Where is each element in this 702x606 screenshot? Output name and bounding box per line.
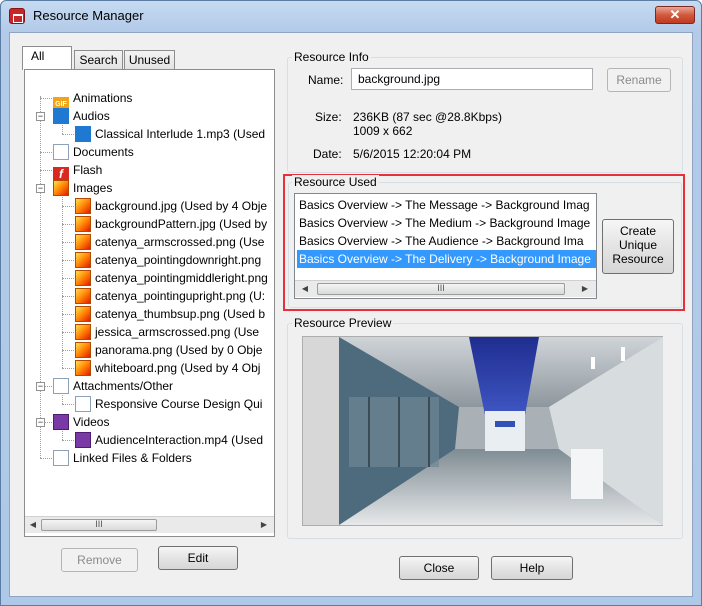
tree-node-image-file[interactable]: catenya_pointingdownright.png	[75, 251, 261, 269]
tree-node-image-file[interactable]: panorama.png (Used by 0 Obje	[75, 341, 262, 359]
image-icon	[75, 342, 91, 358]
tree-node-image-file[interactable]: catenya_pointingupright.png (U:	[75, 287, 265, 305]
scrollbar-thumb[interactable]: III	[317, 283, 565, 295]
create-unique-resource-line: Resource	[612, 252, 664, 266]
app-icon	[9, 8, 25, 24]
tree-node-image-file[interactable]: catenya_pointingmiddleright.png	[75, 269, 268, 287]
resource-info-title: Resource Info	[292, 50, 371, 64]
video-icon	[75, 432, 91, 448]
tree-node-animations[interactable]: GIF Animations	[53, 89, 132, 113]
tab-search[interactable]: Search	[74, 50, 123, 70]
tree-node-audio-file[interactable]: Classical Interlude 1.mp3 (Used	[75, 125, 265, 143]
tree-node-attachments[interactable]: Attachments/Other	[53, 377, 173, 395]
tree-node-flash[interactable]: f Flash	[53, 161, 102, 183]
help-button[interactable]: Help	[491, 556, 573, 580]
tree-node-image-file[interactable]: background.jpg (Used by 4 Obje	[75, 197, 268, 215]
window-title: Resource Manager	[33, 8, 144, 23]
speaker-icon	[75, 126, 91, 142]
speaker-icon	[53, 108, 69, 124]
tree-node-images[interactable]: Images	[53, 179, 112, 197]
resource-tree-panel: GIF Animations − Audios Classical Interlu…	[24, 69, 275, 537]
scroll-left-icon[interactable]: ◀	[299, 283, 311, 295]
resource-used-list[interactable]: Basics Overview -> The Message -> Backgr…	[294, 193, 597, 299]
document-icon	[53, 378, 69, 394]
tree-node-image-file[interactable]: catenya_thumbsup.png (Used b	[75, 305, 265, 323]
tree-node-image-file[interactable]: jessica_armscrossed.png (Use	[75, 323, 259, 341]
edit-button[interactable]: Edit	[158, 546, 238, 570]
name-field[interactable]: background.jpg	[351, 68, 593, 90]
date-label: Date:	[313, 147, 342, 161]
create-unique-resource-button[interactable]: Create Unique Resource	[602, 219, 674, 274]
preview-image	[339, 337, 663, 525]
list-item[interactable]: Basics Overview -> The Audience -> Backg…	[297, 232, 596, 250]
title-bar[interactable]: Resource Manager ✕	[1, 1, 701, 31]
name-label: Name:	[308, 73, 344, 87]
image-icon	[75, 216, 91, 232]
rename-button[interactable]: Rename	[607, 68, 671, 92]
preview-area	[302, 336, 663, 526]
scroll-right-icon[interactable]: ▶	[258, 519, 270, 531]
tab-all[interactable]: All	[22, 46, 72, 70]
remove-button[interactable]: Remove	[61, 548, 138, 572]
create-unique-resource-line: Unique	[618, 238, 658, 252]
tab-unused[interactable]: Unused	[124, 50, 175, 70]
tree-node-image-file[interactable]: whiteboard.png (Used by 4 Obj	[75, 359, 260, 377]
image-icon	[75, 306, 91, 322]
tree-node-video-file[interactable]: AudienceInteraction.mp4 (Used	[75, 431, 263, 449]
window-close-button[interactable]: ✕	[655, 6, 695, 24]
image-icon	[75, 270, 91, 286]
document-icon	[75, 396, 91, 412]
create-unique-resource-line: Create	[619, 224, 657, 238]
close-button[interactable]: Close	[399, 556, 479, 580]
tree-horizontal-scrollbar[interactable]: ◀ III ▶	[25, 516, 274, 533]
image-icon	[75, 288, 91, 304]
image-icon	[75, 360, 91, 376]
image-icon	[75, 252, 91, 268]
tree-node-image-file[interactable]: catenya_armscrossed.png (Use	[75, 233, 264, 251]
image-icon	[75, 234, 91, 250]
list-horizontal-scrollbar[interactable]: ◀ III ▶	[295, 280, 596, 297]
image-icon	[53, 180, 69, 196]
images-collapse-icon[interactable]: −	[36, 184, 45, 193]
tree-node-linked-files[interactable]: Linked Files & Folders	[53, 449, 192, 467]
video-icon	[53, 414, 69, 430]
resource-manager-window: Resource Manager ✕ All Search Unused GIF…	[0, 0, 702, 606]
resource-preview-title: Resource Preview	[292, 316, 394, 330]
videos-collapse-icon[interactable]: −	[36, 418, 45, 427]
date-value: 5/6/2015 12:20:04 PM	[353, 147, 472, 161]
tree-node-documents[interactable]: Documents	[53, 143, 134, 161]
tree-node-image-file[interactable]: backgroundPattern.jpg (Used by	[75, 215, 267, 233]
attachments-collapse-icon[interactable]: −	[36, 382, 45, 391]
document-icon	[53, 144, 69, 160]
list-item[interactable]: Basics Overview -> The Medium -> Backgro…	[297, 214, 596, 232]
resource-tree: GIF Animations − Audios Classical Interlu…	[25, 70, 277, 510]
resource-used-title: Resource Used	[292, 175, 379, 189]
tree-node-attachment-file[interactable]: Responsive Course Design Qui	[75, 395, 262, 413]
audios-collapse-icon[interactable]: −	[36, 112, 45, 121]
list-item-selected[interactable]: Basics Overview -> The Delivery -> Backg…	[297, 250, 596, 268]
tree-node-audios[interactable]: Audios	[53, 107, 110, 125]
image-icon	[75, 324, 91, 340]
dimensions-value: 1009 x 662	[353, 124, 413, 138]
scrollbar-thumb[interactable]: III	[41, 519, 157, 531]
image-icon	[75, 198, 91, 214]
scroll-right-icon[interactable]: ▶	[579, 283, 591, 295]
size-label: Size:	[315, 110, 342, 124]
document-icon	[53, 450, 69, 466]
scroll-left-icon[interactable]: ◀	[27, 519, 39, 531]
list-item[interactable]: Basics Overview -> The Message -> Backgr…	[297, 196, 596, 214]
tree-node-videos[interactable]: Videos	[53, 413, 109, 431]
